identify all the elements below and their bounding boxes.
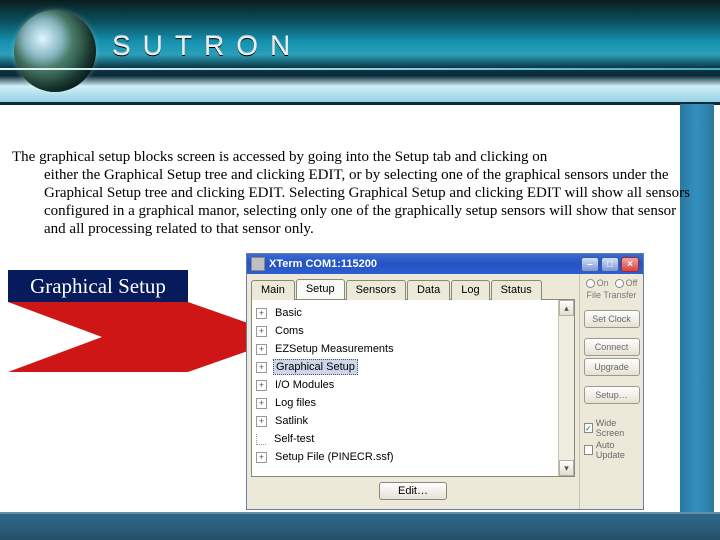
checkbox-icon	[584, 445, 593, 455]
tree-item-basic[interactable]: + Basic	[256, 304, 554, 322]
radio-off[interactable]: Off	[615, 278, 638, 288]
tree-container: + Basic + Coms + EZSetup Measurements + …	[251, 299, 575, 477]
plus-icon[interactable]: +	[256, 398, 267, 409]
radio-icon	[615, 279, 624, 288]
app-icon	[251, 257, 265, 271]
tab-strip: Main Setup Sensors Data Log Status	[251, 279, 575, 299]
tab-status[interactable]: Status	[491, 280, 542, 300]
radio-label: On	[597, 278, 609, 288]
tree-item-setup-file[interactable]: + Setup File (PINECR.ssf)	[256, 448, 554, 466]
upgrade-button[interactable]: Upgrade	[584, 358, 640, 376]
globe-icon	[14, 10, 96, 92]
tree-label: I/O Modules	[273, 378, 336, 392]
body-paragraph: The graphical setup blocks screen is acc…	[12, 148, 690, 238]
file-transfer-label: File Transfer	[586, 290, 636, 300]
body-line-1: The graphical setup blocks screen is acc…	[12, 149, 547, 165]
header-divider	[0, 68, 720, 70]
tree-item-satlink[interactable]: + Satlink	[256, 412, 554, 430]
tree-item-log-files[interactable]: + Log files	[256, 394, 554, 412]
header-divider-2	[0, 102, 720, 105]
body-rest: either the Graphical Setup tree and clic…	[12, 166, 690, 238]
titlebar[interactable]: XTerm COM1:115200 – □ ×	[247, 254, 643, 274]
header-banner: SUTRON	[0, 0, 720, 105]
tree-label: Satlink	[273, 414, 310, 428]
callout-label: Graphical Setup	[8, 270, 188, 302]
tree-label: EZSetup Measurements	[273, 342, 396, 356]
checkbox-icon: ✓	[584, 423, 593, 433]
tree-label: Setup File (PINECR.ssf)	[273, 450, 396, 464]
tree-label-selected: Graphical Setup	[273, 359, 358, 375]
tree-item-self-test[interactable]: Self-test	[256, 430, 554, 448]
plus-icon[interactable]: +	[256, 452, 267, 463]
minimize-button[interactable]: –	[581, 257, 599, 272]
plus-icon[interactable]: +	[256, 380, 267, 391]
plus-icon[interactable]: +	[256, 416, 267, 427]
tree-item-io-modules[interactable]: + I/O Modules	[256, 376, 554, 394]
tab-log[interactable]: Log	[451, 280, 489, 300]
checkbox-label: Auto Update	[596, 440, 639, 460]
plus-icon[interactable]: +	[256, 344, 267, 355]
checkbox-label: Wide Screen	[596, 418, 639, 438]
tab-sensors[interactable]: Sensors	[346, 280, 406, 300]
right-pane: On Off File Transfer Set Clock Connect U…	[579, 274, 643, 509]
scroll-up-icon[interactable]: ▴	[559, 300, 574, 316]
tree-item-ezsetup[interactable]: + EZSetup Measurements	[256, 340, 554, 358]
tree-item-graphical-setup[interactable]: + Graphical Setup	[256, 358, 554, 376]
plus-icon[interactable]: +	[256, 326, 267, 337]
scroll-down-icon[interactable]: ▾	[559, 460, 574, 476]
vertical-scrollbar[interactable]: ▴ ▾	[558, 300, 574, 476]
tree-item-coms[interactable]: + Coms	[256, 322, 554, 340]
radio-icon	[586, 279, 595, 288]
bottom-stripe	[0, 512, 720, 540]
tab-main[interactable]: Main	[251, 280, 295, 300]
close-button[interactable]: ×	[621, 257, 639, 272]
callout-text: Graphical Setup	[30, 274, 166, 299]
set-clock-button[interactable]: Set Clock	[584, 310, 640, 328]
tab-data[interactable]: Data	[407, 280, 450, 300]
edit-button[interactable]: Edit…	[379, 482, 447, 500]
setup-button[interactable]: Setup…	[584, 386, 640, 404]
connect-button[interactable]: Connect	[584, 338, 640, 356]
left-pane: Main Setup Sensors Data Log Status + Bas…	[247, 274, 579, 509]
tree-label: Coms	[273, 324, 306, 338]
radio-on[interactable]: On	[586, 278, 609, 288]
checkbox-auto-update[interactable]: Auto Update	[584, 440, 639, 460]
radio-label: Off	[626, 278, 638, 288]
checkbox-wide-screen[interactable]: ✓ Wide Screen	[584, 418, 639, 438]
setup-tree[interactable]: + Basic + Coms + EZSetup Measurements + …	[252, 300, 558, 476]
tree-label: Log files	[273, 396, 318, 410]
plus-icon[interactable]: +	[256, 308, 267, 319]
tree-connector-icon	[256, 434, 266, 445]
window-title: XTerm COM1:115200	[269, 258, 581, 270]
plus-icon[interactable]: +	[256, 362, 267, 373]
tree-label: Self-test	[272, 432, 316, 446]
xterm-window: XTerm COM1:115200 – □ × Main Setup Senso…	[246, 253, 644, 510]
brand-logo-text: SUTRON	[112, 30, 302, 62]
tree-label: Basic	[273, 306, 304, 320]
tab-setup[interactable]: Setup	[296, 279, 345, 299]
maximize-button[interactable]: □	[601, 257, 619, 272]
